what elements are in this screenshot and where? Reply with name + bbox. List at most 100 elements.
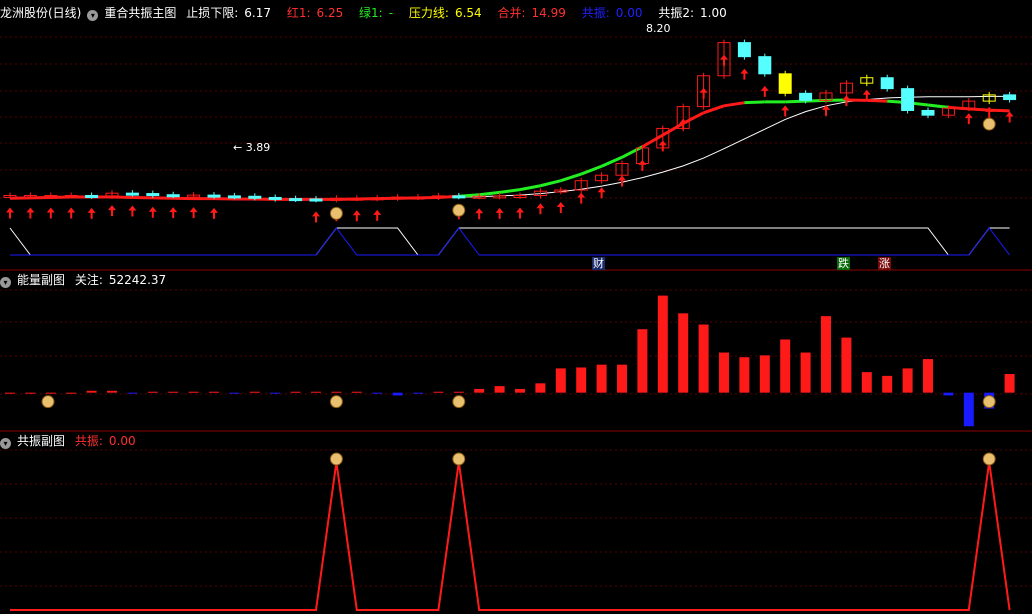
energy-bar: [331, 391, 342, 393]
energy-bar: [351, 391, 362, 393]
candle-body: [268, 196, 282, 200]
buy-arrow-icon: [964, 113, 973, 125]
tag-die: 跌: [837, 257, 850, 270]
pressure-line: [9, 95, 1010, 200]
candle-body: [758, 56, 772, 75]
money-bag-icon: [982, 452, 996, 466]
buy-arrow-icon: [556, 202, 565, 214]
buy-arrow-icon: [189, 207, 198, 219]
buy-arrow-icon: [740, 68, 749, 80]
buy-arrow-icon: [148, 206, 157, 218]
energy-bar: [494, 386, 505, 393]
candle-body: [125, 192, 139, 196]
chart-canvas: [0, 36, 1032, 611]
energy-bar: [1004, 374, 1015, 393]
candle-body: [737, 42, 751, 58]
energy-bar: [25, 392, 36, 394]
buy-arrow-icon: [638, 159, 647, 171]
money-bag-icon: [329, 452, 343, 466]
candle-body: [921, 109, 935, 116]
stop-line-segment: [723, 101, 745, 108]
buy-arrow-icon: [495, 207, 504, 219]
buy-arrow-icon: [312, 211, 320, 223]
buy-arrow-icon: [781, 105, 790, 117]
buy-arrow-icon: [46, 207, 55, 219]
energy-bar: [739, 357, 750, 393]
energy-bar: [535, 383, 546, 393]
buy-arrow-icon: [108, 205, 116, 217]
candle-body: [452, 195, 466, 199]
buy-arrow-icon: [210, 207, 218, 219]
signal-white-line: [9, 227, 1010, 256]
energy-bar: [168, 391, 179, 393]
stop-line-segment: [499, 188, 521, 194]
energy-bar: [86, 390, 97, 393]
energy-bar: [474, 388, 485, 393]
energy-bar: [45, 392, 56, 394]
candle-body: [799, 92, 813, 101]
candle-body: [166, 194, 180, 198]
stop-line-segment: [785, 99, 806, 104]
resonance-line: [10, 461, 1011, 611]
candle-body: [207, 194, 221, 198]
tag-cai: 财: [592, 257, 605, 270]
buy-arrow-icon: [373, 209, 382, 221]
energy-bar: [413, 392, 423, 394]
buy-arrow-icon: [67, 207, 76, 219]
energy-bar: [800, 352, 811, 393]
stop-line-segment: [560, 172, 582, 183]
buy-arrow-icon: [128, 205, 137, 217]
energy-bar: [249, 391, 260, 393]
tag-zhang: 涨: [878, 257, 891, 270]
energy-bar: [392, 392, 403, 396]
energy-bar: [270, 392, 281, 394]
money-bag-icon: [329, 395, 343, 409]
energy-bar: [617, 364, 627, 393]
stop-line-segment: [600, 155, 623, 168]
energy-bar: [311, 391, 321, 393]
buy-arrow-icon: [618, 175, 626, 187]
energy-bar: [188, 391, 199, 393]
chart-root: 龙洲股份(日线) ▾ 重合共振主图 止损下限: 6.17 红1: 6.25 绿1: - 压…: [0, 0, 1032, 614]
energy-bar: [596, 364, 607, 393]
candle-body: [248, 195, 262, 199]
energy-bar: [555, 368, 566, 393]
energy-bar: [841, 337, 852, 393]
low-annotation: ← 3.89: [233, 141, 271, 154]
energy-bar: [698, 324, 709, 393]
energy-bar: [290, 391, 301, 393]
energy-bar: [209, 391, 219, 393]
buy-arrow-icon: [169, 207, 178, 219]
buy-arrow-icon: [87, 207, 96, 219]
stop-line-segment: [540, 179, 562, 188]
energy-bar: [861, 372, 872, 393]
energy-bar: [453, 391, 464, 393]
buy-arrow-icon: [516, 207, 524, 219]
stop-line-segment: [682, 111, 705, 125]
money-bag-icon: [982, 395, 996, 409]
stop-line-segment: [479, 190, 500, 197]
buy-arrow-icon: [352, 210, 361, 222]
signal-blue-line: [10, 227, 1010, 256]
money-bag-icon: [452, 452, 466, 466]
candle-body: [1003, 94, 1017, 101]
energy-bar: [902, 368, 913, 393]
candle-body: [309, 198, 323, 202]
buy-arrow-icon: [658, 140, 667, 152]
stop-line-segment: [968, 107, 990, 112]
candle-body: [880, 77, 894, 90]
energy-bar: [821, 316, 831, 393]
money-bag-icon: [452, 203, 466, 217]
stop-line-segment: [519, 184, 541, 192]
energy-bar: [576, 367, 587, 393]
buy-arrow-icon: [577, 192, 586, 204]
candle-body: [901, 88, 915, 111]
candle-body: [227, 195, 241, 199]
candle-body: [289, 198, 303, 202]
buy-arrow-icon: [699, 87, 708, 99]
energy-bar: [882, 375, 893, 393]
energy-bar: [229, 392, 240, 394]
stop-line-segment: [927, 103, 949, 109]
energy-bar: [127, 392, 138, 394]
stop-line-segment: [744, 100, 765, 105]
